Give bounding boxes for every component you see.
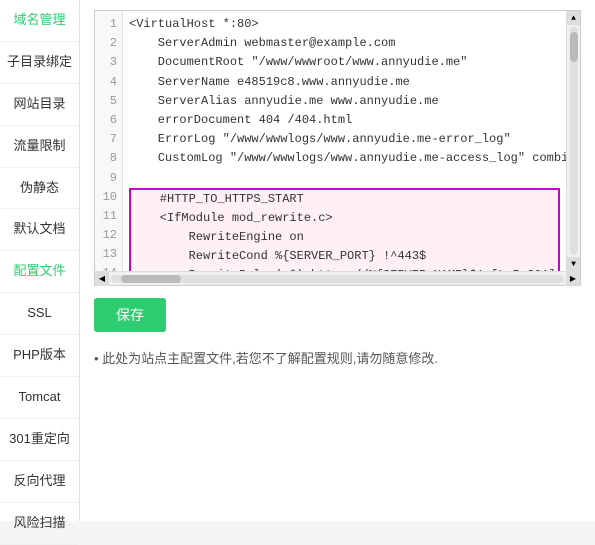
sidebar-item-traffic[interactable]: 流量限制: [0, 126, 79, 168]
scroll-up-button[interactable]: ▲: [567, 11, 581, 25]
scroll-right-button[interactable]: ▶: [566, 272, 580, 286]
scrollbar-h-track: [111, 275, 564, 283]
main-content: 1234567891011121314151617 <VirtualHost *…: [80, 0, 595, 521]
scrollbar-v-thumb[interactable]: [570, 32, 578, 62]
scrollbar-h-thumb[interactable]: [121, 275, 181, 283]
code-body: 1234567891011121314151617 <VirtualHost *…: [95, 11, 580, 271]
sidebar-item-ssl[interactable]: SSL: [0, 293, 79, 335]
code-content[interactable]: <VirtualHost *:80> ServerAdmin webmaster…: [123, 11, 566, 271]
scrollbar-horizontal[interactable]: ◀ ▶: [95, 271, 580, 285]
sidebar-item-sitedir[interactable]: 网站目录: [0, 84, 79, 126]
sidebar-item-reverseproxy[interactable]: 反向代理: [0, 461, 79, 503]
sidebar-item-domain[interactable]: 域名管理: [0, 0, 79, 42]
note-text: 此处为站点主配置文件,若您不了解配置规则,请勿随意修改.: [94, 344, 581, 371]
sidebar-item-redirect301[interactable]: 301重定向: [0, 419, 79, 461]
sidebar-item-tomcat[interactable]: Tomcat: [0, 377, 79, 419]
sidebar-item-riskscan[interactable]: 风险扫描: [0, 503, 79, 545]
sidebar-item-subdir[interactable]: 子目录绑定: [0, 42, 79, 84]
sidebar-item-php[interactable]: PHP版本: [0, 335, 79, 377]
sidebar-item-defaultdoc[interactable]: 默认文档: [0, 209, 79, 251]
sidebar: 域名管理子目录绑定网站目录流量限制伪静态默认文档配置文件SSLPHP版本Tomc…: [0, 0, 80, 521]
sidebar-item-configfile[interactable]: 配置文件: [0, 251, 79, 293]
code-editor[interactable]: 1234567891011121314151617 <VirtualHost *…: [94, 10, 581, 286]
scroll-down-button[interactable]: ▼: [567, 257, 581, 271]
scrollbar-v-track: [570, 27, 578, 255]
save-button[interactable]: 保存: [94, 298, 166, 332]
sidebar-item-pseudostatic[interactable]: 伪静态: [0, 168, 79, 210]
scroll-left-button[interactable]: ◀: [95, 272, 109, 286]
line-numbers: 1234567891011121314151617: [95, 11, 123, 271]
scrollbar-vertical[interactable]: ▲ ▼: [566, 11, 580, 271]
